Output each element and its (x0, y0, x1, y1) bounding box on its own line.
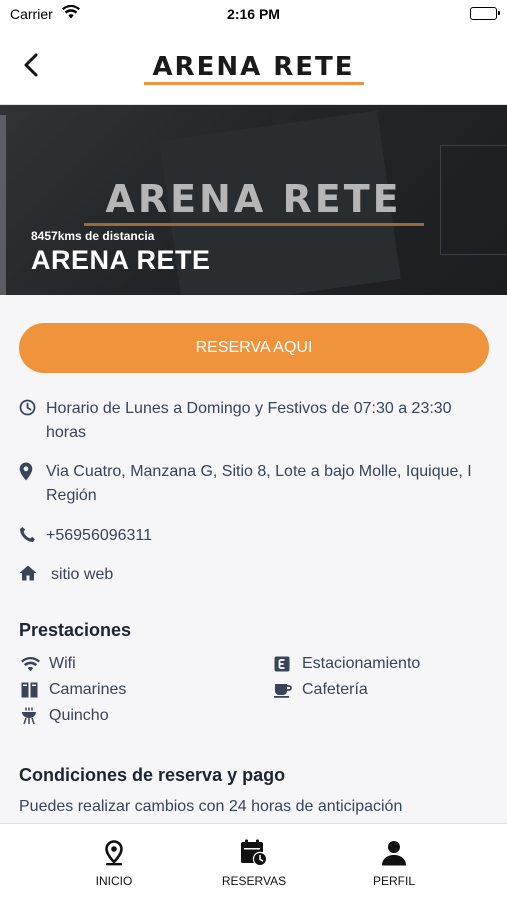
tab-perfil[interactable]: PERFIL (329, 824, 459, 900)
phone-text: +56956096311 (46, 527, 153, 544)
calendar-clock-icon (240, 838, 268, 868)
hours-row: Horario de Lunes a Domingo y Festivos de… (19, 397, 479, 445)
amenity-parking: Estacionamiento (274, 655, 420, 673)
bottom-tab-bar: INICIO RESERVAS PERFIL (0, 823, 507, 900)
phone-icon (19, 524, 46, 548)
address-text: Via Cuatro, Manzana G, Sitio 8, Lote a b… (46, 463, 472, 504)
hero-logo-underline (83, 223, 424, 226)
tab-label: RESERVAS (221, 874, 287, 888)
logo-underline (143, 82, 364, 85)
hero-logo-text: ARENA RETE (105, 177, 402, 221)
amenity-wifi: Wifi (21, 655, 76, 673)
address-row[interactable]: Via Cuatro, Manzana G, Sitio 8, Lote a b… (19, 460, 479, 508)
coffee-icon (274, 683, 302, 698)
hours-text: Horario de Lunes a Domingo y Festivos de… (46, 400, 452, 441)
amenity-label: Cafetería (302, 681, 368, 698)
conditions-title: Condiciones de reserva y pago (19, 765, 286, 785)
tab-label: INICIO (95, 874, 133, 888)
app-logo: ARENA RETE (0, 52, 507, 85)
venue-name: ARENA RETE (31, 245, 211, 275)
amenity-label: Estacionamiento (302, 655, 421, 672)
map-marker-icon (19, 460, 46, 508)
tab-reservas[interactable]: RESERVAS (189, 824, 319, 900)
logo-text: ARENA RETE (152, 52, 355, 82)
grill-icon (21, 707, 49, 725)
amenity-label: Quincho (49, 707, 109, 724)
amenity-cafe: Cafetería (274, 681, 368, 699)
wifi-icon (21, 656, 49, 672)
conditions-text: Puedes realizar cambios con 24 horas de … (19, 798, 403, 815)
venue-hero-banner: ARENA RETE 8457kms de distancia ARENA RE… (0, 105, 507, 295)
clock-icon (19, 397, 46, 445)
amenity-label: Wifi (49, 655, 76, 672)
clock: 2:16 PM (227, 6, 280, 22)
tab-inicio[interactable]: INICIO (49, 824, 179, 900)
amenity-grill: Quincho (21, 707, 109, 725)
nav-bar: ARENA RETE (0, 30, 507, 105)
home-icon (19, 563, 46, 587)
phone-row[interactable]: +56956096311 (19, 524, 479, 548)
map-pin-icon (104, 838, 124, 868)
user-icon (381, 838, 407, 868)
amenity-label: Camarines (49, 681, 127, 698)
battery-icon (470, 7, 500, 20)
website-row[interactable]: sitio web (19, 563, 479, 587)
parking-icon (274, 656, 302, 672)
hero-logo: ARENA RETE (0, 177, 507, 226)
tab-label: PERFIL (372, 874, 415, 888)
amenities-title: Prestaciones (19, 620, 132, 640)
status-bar: Carrier 2:16 PM (0, 0, 507, 30)
amenity-lockers: Camarines (21, 681, 126, 699)
lockers-icon (21, 682, 49, 698)
distance-label: 8457kms de distancia (31, 229, 155, 243)
website-link[interactable]: sitio web (46, 563, 113, 587)
reserve-button[interactable]: RESERVA AQUI (19, 323, 489, 373)
